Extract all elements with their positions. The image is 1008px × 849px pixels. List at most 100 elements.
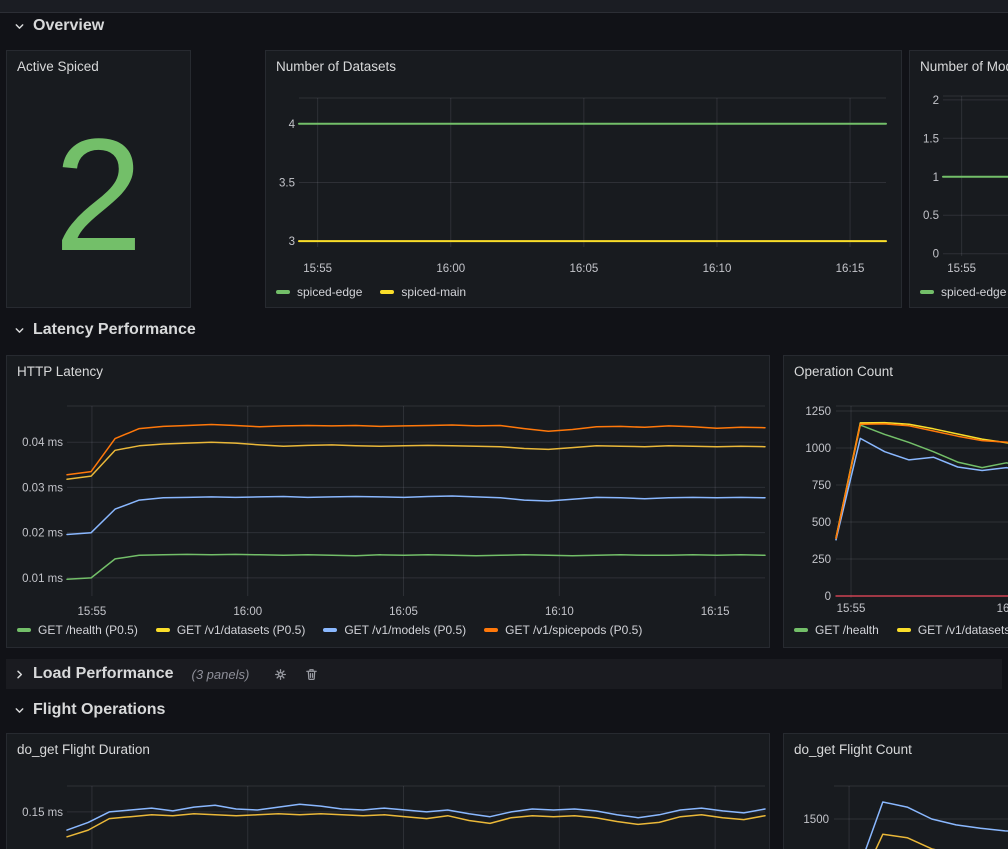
legend-swatch: [794, 628, 808, 632]
legend-item[interactable]: GET /v1/datasets (P0.5): [156, 623, 306, 637]
legend-swatch: [276, 290, 290, 294]
panel-number-of-datasets: Number of Datasets 43.5315:5516:0016:051…: [265, 50, 902, 308]
legend-item[interactable]: GET /v1/models (P0.5): [323, 623, 466, 637]
top-bar: [0, 0, 1008, 13]
legend-item[interactable]: GET /v1/datasets: [897, 623, 1008, 637]
legend-label: GET /v1/datasets (P0.5): [177, 623, 306, 637]
panels-count: (3 panels): [191, 667, 249, 682]
x-tick-label: 16:15: [836, 263, 865, 275]
x-tick-label: 16:00: [997, 603, 1008, 615]
legend-swatch: [380, 290, 394, 294]
panel-number-of-models: Number of Models 21.510.5015:5516:0016:0…: [909, 50, 1008, 308]
legend-label: GET /v1/datasets: [918, 623, 1008, 637]
y-tick-label: 0.5: [923, 210, 939, 222]
legend-item[interactable]: spiced-edge: [276, 285, 362, 299]
legend-swatch: [156, 628, 170, 632]
legend-label: spiced-main: [401, 285, 466, 299]
y-tick-label: 1250: [805, 406, 831, 418]
section-header-overview[interactable]: Overview: [14, 17, 104, 35]
stat-value: 2: [7, 83, 190, 307]
x-tick-label: 16:00: [436, 263, 465, 275]
legend-label: GET /v1/spicepods (P0.5): [505, 623, 642, 637]
panel-do-get-flight-duration: do_get Flight Duration 0.15 ms15:5516:00…: [6, 733, 770, 849]
y-tick-label: 0.15 ms: [22, 807, 63, 819]
x-tick-label: 15:55: [78, 606, 107, 618]
legend-swatch: [897, 628, 911, 632]
chevron-down-icon: [14, 325, 25, 336]
y-tick-label: 0: [933, 249, 939, 261]
grafana-dashboard: Overview Active Spiced 2 Number of Datas…: [0, 0, 1008, 849]
time-series-plot[interactable]: 21.510.5015:5516:0016:0516:1016:15: [910, 51, 1008, 309]
panel-http-latency: HTTP Latency 0.04 ms0.03 ms0.02 ms0.01 m…: [6, 355, 770, 648]
x-tick-label: 16:10: [545, 606, 574, 618]
series-line: [67, 814, 765, 837]
legend: GET /health (P0.5) GET /v1/datasets (P0.5…: [17, 622, 765, 638]
y-tick-label: 3.5: [279, 177, 295, 189]
legend: spiced-edge spiced-main: [276, 284, 897, 300]
section-header-flight-operations[interactable]: Flight Operations: [14, 701, 165, 719]
x-tick-label: 15:55: [947, 263, 976, 275]
x-tick-label: 16:05: [569, 263, 598, 275]
section-title: Latency Performance: [33, 321, 196, 339]
y-tick-label: 0.02 ms: [22, 528, 63, 540]
x-tick-label: 15:55: [837, 603, 866, 615]
legend-label: GET /health (P0.5): [38, 623, 138, 637]
section-title: Overview: [33, 17, 104, 35]
section-title: Flight Operations: [33, 701, 165, 719]
x-tick-label: 16:00: [233, 606, 262, 618]
chevron-down-icon: [14, 705, 25, 716]
y-tick-label: 0.03 ms: [22, 482, 63, 494]
y-tick-label: 4: [289, 119, 296, 131]
y-tick-label: 0: [825, 591, 831, 603]
panel-title[interactable]: Active Spiced: [7, 51, 190, 83]
gear-icon: [273, 667, 288, 682]
time-series-plot[interactable]: 0.04 ms 0.03 ms 0.02 ms 0.01 ms 15:55 16:00 16…: [7, 356, 771, 649]
time-series-plot[interactable]: 43.5315:5516:0016:0516:1016:15: [266, 51, 903, 309]
series-line: [67, 554, 765, 579]
time-series-plot[interactable]: 12501000750500250015:5516:0016:0516:1016…: [784, 356, 1008, 649]
legend-item[interactable]: spiced-edge: [920, 285, 1006, 299]
section-header-latency-performance[interactable]: Latency Performance: [14, 321, 196, 339]
legend-item[interactable]: GET /v1/spicepods (P0.5): [484, 623, 642, 637]
row-settings-button[interactable]: [273, 667, 288, 682]
y-tick-label: 0.01 ms: [22, 573, 63, 585]
y-tick-label: 750: [812, 480, 831, 492]
y-tick-label: 500: [812, 517, 831, 529]
y-tick-label: 1500: [803, 814, 829, 826]
panel-operation-count: Operation Count 12501000750500250015:551…: [783, 355, 1008, 648]
legend-item[interactable]: GET /health: [794, 623, 879, 637]
legend-swatch: [17, 628, 31, 632]
time-series-plot[interactable]: 0.15 ms15:5516:0016:0516:1016:15: [7, 734, 771, 849]
panel-active-spiced: Active Spiced 2: [6, 50, 191, 308]
legend-label: spiced-edge: [941, 285, 1006, 299]
x-tick-label: 16:10: [703, 263, 732, 275]
section-row-load-performance[interactable]: Load Performance (3 panels): [6, 659, 1002, 689]
panel-do-get-flight-count: do_get Flight Count 150015:5516:0016:051…: [783, 733, 1008, 849]
legend-swatch: [323, 628, 337, 632]
x-tick-label: 16:05: [389, 606, 418, 618]
series-line: [67, 442, 765, 479]
legend: GET /health GET /v1/datasets: [794, 622, 1008, 638]
legend: spiced-edge: [920, 284, 1008, 300]
legend-item[interactable]: spiced-main: [380, 285, 466, 299]
series-line: [836, 438, 1008, 539]
series-line: [67, 496, 765, 535]
legend-label: GET /v1/models (P0.5): [344, 623, 466, 637]
legend-swatch: [484, 628, 498, 632]
legend-label: GET /health: [815, 623, 879, 637]
section-title: Load Performance: [33, 665, 173, 683]
y-tick-label: 1000: [805, 443, 831, 455]
legend-item[interactable]: GET /health (P0.5): [17, 623, 138, 637]
row-delete-button[interactable]: [304, 667, 319, 682]
legend-label: spiced-edge: [297, 285, 362, 299]
x-tick-label: 15:55: [303, 263, 332, 275]
chevron-down-icon: [14, 21, 25, 32]
legend-swatch: [920, 290, 934, 294]
series-line: [836, 424, 1008, 538]
y-tick-label: 250: [812, 554, 831, 566]
series-line: [67, 425, 765, 475]
y-tick-label: 0.04 ms: [22, 437, 63, 449]
y-tick-label: 1.5: [923, 133, 939, 145]
y-tick-label: 2: [933, 95, 939, 107]
time-series-plot[interactable]: 150015:5516:0016:0516:1016:15: [784, 734, 1008, 849]
